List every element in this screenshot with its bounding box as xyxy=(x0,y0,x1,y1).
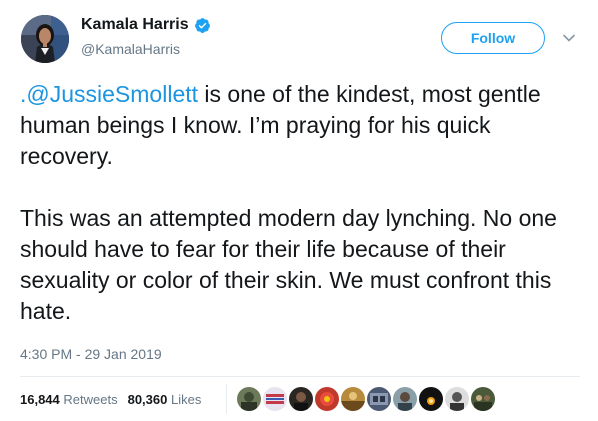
avatar[interactable] xyxy=(21,15,69,63)
author-name-row: Kamala Harris xyxy=(81,16,211,34)
retweets-count: 16,844 xyxy=(20,392,60,407)
retweets-label: Retweets xyxy=(63,392,118,407)
verified-badge-icon xyxy=(194,17,210,33)
likers-avatars xyxy=(237,387,497,411)
liker-avatar[interactable] xyxy=(393,387,417,411)
author-display-name[interactable]: Kamala Harris xyxy=(81,16,189,34)
liker-avatar[interactable] xyxy=(237,387,261,411)
avatar-image xyxy=(21,15,69,63)
tweet-paragraph-2: This was an attempted modern day lynchin… xyxy=(20,205,557,324)
liker-avatar[interactable] xyxy=(263,387,287,411)
retweets-stat[interactable]: 16,844 Retweets xyxy=(20,392,118,407)
tweet-card: Kamala Harris @KamalaHarris Follow .@Jus… xyxy=(0,0,598,421)
liker-avatar[interactable] xyxy=(367,387,391,411)
liker-avatar[interactable] xyxy=(471,387,495,411)
author-handle[interactable]: @KamalaHarris xyxy=(81,41,180,57)
liker-avatar[interactable] xyxy=(445,387,469,411)
stats-separator xyxy=(226,384,227,414)
likes-stat[interactable]: 80,360 Likes xyxy=(128,392,202,407)
mention-link[interactable]: .@JussieSmollett xyxy=(20,81,198,107)
timestamp[interactable]: 4:30 PM - 29 Jan 2019 xyxy=(20,346,162,362)
tweet-text: .@JussieSmollett is one of the kindest, … xyxy=(20,79,580,327)
chevron-down-icon[interactable] xyxy=(562,31,576,45)
liker-avatar[interactable] xyxy=(341,387,365,411)
tweet-stats: 16,844 Retweets 80,360 Likes xyxy=(20,392,201,407)
tweet-paragraph-1: .@JussieSmollett is one of the kindest, … xyxy=(20,79,580,172)
liker-avatar[interactable] xyxy=(289,387,313,411)
likes-count: 80,360 xyxy=(127,392,168,407)
liker-avatar[interactable] xyxy=(419,387,443,411)
likes-label: Likes xyxy=(170,392,202,407)
divider-top xyxy=(20,376,580,377)
follow-button[interactable]: Follow xyxy=(441,22,545,54)
liker-avatar[interactable] xyxy=(315,387,339,411)
